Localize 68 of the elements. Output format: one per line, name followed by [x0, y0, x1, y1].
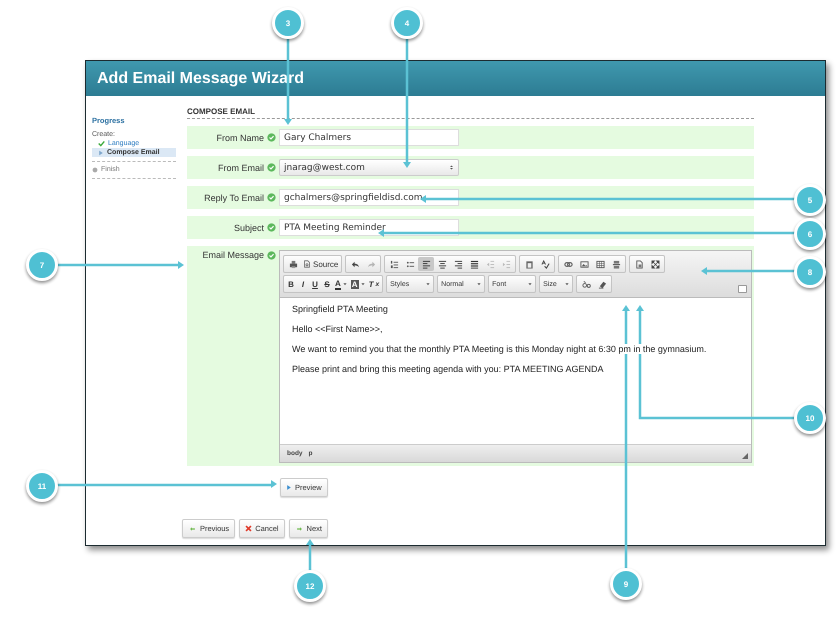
callout-badge: 3 — [272, 7, 304, 39]
horizontal-rule-icon — [612, 260, 621, 268]
source-button[interactable]: Source — [301, 257, 340, 271]
align-center-icon — [438, 260, 447, 268]
document-icon — [634, 260, 644, 268]
left-arrow-icon — [188, 526, 197, 532]
table-icon — [596, 260, 605, 268]
section-heading: COMPOSE EMAIL — [187, 107, 256, 116]
color-button[interactable]: A — [348, 277, 367, 291]
field-label: From Name — [216, 132, 264, 142]
spellcheck-icon — [540, 260, 550, 268]
field-label: Subject — [234, 222, 264, 232]
format-button[interactable]: I — [297, 277, 309, 291]
field-label: Reply To Email — [204, 192, 264, 202]
play-icon — [98, 150, 104, 156]
bullet-list-icon — [406, 260, 415, 268]
link-icon — [564, 260, 573, 268]
right-arrow-icon — [294, 526, 304, 532]
input-field[interactable]: gchalmers@springfieldisd.com — [279, 189, 459, 206]
field-label: From Email — [218, 162, 264, 172]
toolbar-button[interactable] — [418, 257, 434, 271]
paste-icon — [524, 260, 534, 268]
dot-icon — [92, 166, 98, 172]
play-icon — [286, 484, 292, 491]
format-button[interactable]: U — [309, 277, 321, 291]
document-icon — [303, 260, 311, 268]
check-icon — [98, 140, 105, 147]
dropdown[interactable]: jnarag@west.com — [279, 159, 459, 176]
indent-icon — [502, 260, 511, 268]
caret-icon — [528, 282, 532, 286]
close-icon — [245, 525, 252, 532]
collapse-toggle[interactable] — [738, 285, 747, 293]
window-title: Add Email Message Wizard — [97, 70, 304, 88]
caret-icon — [360, 282, 365, 286]
callout-badge: 4 — [391, 7, 423, 39]
image-icon — [580, 260, 589, 268]
callout-badge: 9 — [610, 568, 642, 600]
body-paragraph: We want to remind you that the monthly PTA Meeting is this Monday night at 6:30 pm in the gymnasium. — [292, 344, 706, 354]
leader-arrow — [306, 539, 314, 572]
redo-icon — [366, 260, 376, 268]
updown-icon — [449, 164, 454, 171]
align-left-icon — [422, 260, 431, 268]
anchor-icon — [582, 280, 591, 288]
caret-icon — [426, 282, 430, 286]
body-paragraph: Springfield PTA Meeting — [292, 304, 388, 314]
body-paragraph: Please print and bring this meeting agenda with you: PTA MEETING AGENDA — [292, 364, 604, 374]
maximize-icon — [650, 260, 660, 268]
input-field[interactable]: PTA Meeting Reminder — [279, 219, 459, 236]
callout-badge: 7 — [26, 249, 58, 281]
print-icon — [288, 260, 298, 268]
format-button[interactable]: B — [285, 277, 297, 291]
color-button[interactable]: A — [333, 277, 349, 291]
resize-grip-icon[interactable] — [742, 453, 748, 459]
callout-badge: 11 — [26, 470, 58, 502]
field-label: Email Message — [202, 250, 264, 260]
caret-icon — [477, 282, 482, 286]
input-field[interactable]: Gary Chalmers — [279, 129, 459, 146]
numbered-list-icon — [390, 260, 399, 268]
caret-icon — [565, 282, 570, 286]
outdent-icon — [486, 260, 495, 268]
align-right-icon — [454, 260, 463, 268]
format-button[interactable]: S — [321, 277, 333, 291]
caret-icon — [342, 282, 347, 286]
body-paragraph: Hello <<First Name>>, — [292, 324, 383, 334]
eraser-icon — [598, 280, 607, 288]
justify-icon — [470, 260, 479, 268]
callout-badge: 12 — [294, 570, 326, 602]
undo-icon — [350, 260, 360, 268]
